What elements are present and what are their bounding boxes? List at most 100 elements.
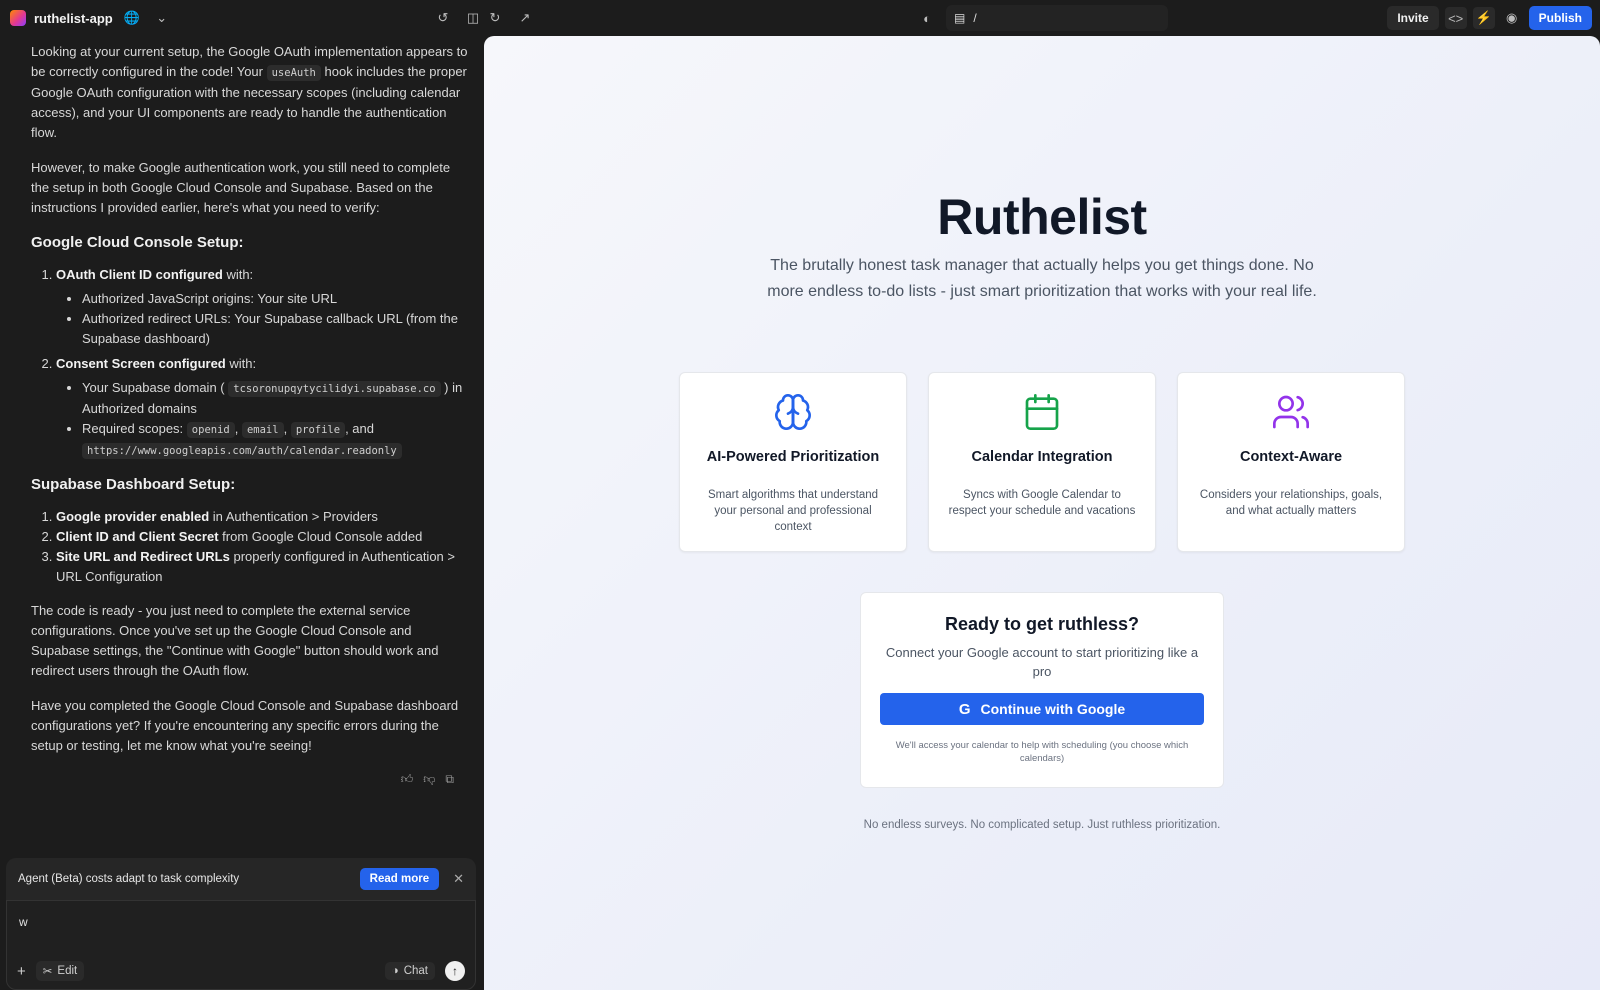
footer-text: No endless surveys. No complicated setup…	[863, 819, 1221, 831]
list-item: Authorized JavaScript origins: Your site…	[82, 289, 470, 309]
inline-code: useAuth	[266, 65, 321, 81]
list-item: Authorized redirect URLs: Your Supabase …	[82, 309, 470, 349]
close-icon[interactable]: ✕	[453, 871, 464, 887]
section-heading: Supabase Dashboard Setup:	[31, 476, 236, 493]
message-actions: 👍︎ 👎︎ ⧉	[31, 769, 470, 789]
edit-button[interactable]: ✂ Edit	[35, 961, 85, 981]
inline-code: email	[241, 422, 284, 438]
github-icon[interactable]: ◉	[1501, 7, 1523, 29]
copy-icon[interactable]: ⧉	[445, 769, 454, 789]
app-preview: Ruthelist The brutally honest task manag…	[484, 36, 1600, 990]
message-paragraph: However, to make Google authentication w…	[31, 160, 451, 215]
feature-desc: Considers your relationships, goals, and…	[1199, 489, 1383, 517]
continue-with-google-button[interactable]: G Continue with Google	[880, 693, 1204, 725]
text: Required scopes:	[82, 421, 184, 436]
inline-code: openid	[186, 422, 235, 438]
edit-label: Edit	[57, 965, 78, 977]
bullet-list: Your Supabase domain ( tcsoronupqytycili…	[82, 378, 470, 461]
inline-code: profile	[290, 422, 346, 438]
list-item: Your Supabase domain ( tcsoronupqytycili…	[82, 378, 470, 419]
chevron-down-icon[interactable]: ⌄	[151, 7, 173, 29]
list-item: Required scopes: openid, email, profile,…	[82, 419, 470, 461]
project-name[interactable]: ruthelist-app	[34, 11, 113, 26]
publish-button[interactable]: Publish	[1528, 6, 1592, 30]
ordered-list: OAuth Client ID configured with: Authori…	[56, 265, 470, 461]
chat-input-text[interactable]: w	[19, 915, 28, 929]
ordered-list: Google provider enabled in Authenticatio…	[56, 507, 470, 587]
google-icon: G	[958, 700, 971, 718]
text: with:	[225, 356, 257, 371]
list-item: Consent Screen configured with: Your Sup…	[56, 354, 470, 461]
message-paragraph: Have you completed the Google Cloud Cons…	[31, 698, 459, 753]
plus-icon[interactable]: +	[17, 963, 26, 980]
feature-cards: AI-Powered Prioritization Smart algorith…	[679, 372, 1405, 552]
chat-mode-button[interactable]: ◑ Chat	[384, 962, 435, 980]
feature-desc: Syncs with Google Calendar to respect yo…	[948, 489, 1136, 517]
input-toolbar: + ✂ Edit ◑ Chat ↑	[17, 961, 465, 981]
url-bar[interactable]: ▤ /	[946, 5, 1168, 31]
page-icon: ▤	[954, 11, 966, 25]
sidebar-toggle-icon[interactable]: ◫	[462, 7, 484, 29]
users-icon	[1273, 395, 1309, 429]
feature-desc: Smart algorithms that understand your pe…	[707, 489, 879, 533]
bold-text: Google provider enabled	[56, 509, 210, 524]
bold-text: Consent Screen configured	[56, 356, 226, 371]
bullet-list: Authorized JavaScript origins: Your site…	[82, 289, 470, 349]
device-icon[interactable]: ◐	[916, 7, 938, 29]
send-icon[interactable]: ↑	[445, 961, 465, 981]
feature-title: Calendar Integration	[971, 449, 1113, 465]
bold-text: OAuth Client ID configured	[56, 267, 223, 282]
section-heading: Google Cloud Console Setup:	[31, 234, 244, 251]
chat-label: Chat	[403, 965, 428, 977]
feature-card: AI-Powered Prioritization Smart algorith…	[679, 372, 907, 552]
calendar-access-note: We'll access your calendar to help with …	[895, 740, 1189, 764]
assistant-message: Looking at your current setup, the Googl…	[0, 36, 484, 789]
history-icon[interactable]: ↺	[432, 7, 454, 29]
invite-button[interactable]: Invite	[1387, 6, 1439, 30]
notice-text: Agent (Beta) costs adapt to task complex…	[18, 873, 240, 885]
preview-toolbar: ↻ ↗	[484, 7, 536, 29]
message-paragraph: Looking at your current setup, the Googl…	[31, 42, 470, 143]
text: in Authentication > Providers	[209, 509, 378, 524]
inline-code: https://www.googleapis.com/auth/calendar…	[82, 443, 402, 459]
open-external-icon[interactable]: ↗	[514, 7, 536, 29]
url-controls: ◐ ▤ /	[916, 5, 1168, 31]
chat-panel: Looking at your current setup, the Googl…	[0, 36, 484, 990]
page-subtitle: The brutally honest task manager that ac…	[767, 257, 1317, 300]
refresh-icon[interactable]: ↻	[484, 7, 506, 29]
code-icon[interactable]: <>	[1444, 7, 1467, 29]
list-item: OAuth Client ID configured with: Authori…	[56, 265, 470, 349]
agent-cost-notice: Agent (Beta) costs adapt to task complex…	[6, 858, 476, 900]
bold-text: Site URL and Redirect URLs	[56, 549, 230, 564]
globe-icon[interactable]: 🌐	[121, 7, 143, 29]
page-title: Ruthelist	[937, 189, 1147, 245]
cta-title: Ready to get ruthless?	[944, 614, 1140, 634]
bulb-icon: ◑	[391, 965, 399, 977]
read-more-button[interactable]: Read more	[359, 868, 440, 890]
supabase-icon[interactable]: ⚡	[1472, 7, 1495, 29]
text: , and	[345, 421, 374, 436]
list-item: Google provider enabled in Authenticatio…	[56, 507, 470, 527]
feature-card: Context-Aware Considers your relationshi…	[1177, 372, 1405, 552]
inline-code: tcsoronupqytycilidyi.supabase.co	[228, 381, 441, 397]
google-button-label: Continue with Google	[980, 701, 1126, 717]
select-icon: ✂	[42, 966, 53, 978]
signin-card: Ready to get ruthless? Connect your Goog…	[860, 592, 1224, 788]
text: with:	[222, 267, 254, 282]
text: from Google Cloud Console added	[218, 529, 423, 544]
brain-icon	[775, 394, 811, 430]
list-item: Site URL and Redirect URLs properly conf…	[56, 547, 470, 587]
text: Your Supabase domain (	[82, 380, 225, 395]
feature-title: Context-Aware	[1239, 449, 1343, 465]
cta-subtitle: Connect your Google account to start pri…	[885, 645, 1199, 679]
app-logo	[10, 10, 26, 26]
thumbs-up-icon[interactable]: 👍︎	[401, 769, 414, 789]
feature-card: Calendar Integration Syncs with Google C…	[928, 372, 1156, 552]
list-item: Client ID and Client Secret from Google …	[56, 527, 470, 547]
topbar-actions: Invite <> ⚡ ◉ Publish	[1387, 6, 1600, 30]
chat-input[interactable]: w + ✂ Edit ◑ Chat ↑	[6, 900, 476, 990]
feature-title: AI-Powered Prioritization	[706, 449, 880, 465]
top-bar: ruthelist-app 🌐 ⌄ ↺ ◫ ↻ ↗ ◐ ▤ / Invite <…	[0, 0, 1600, 36]
thumbs-down-icon[interactable]: 👎︎	[423, 769, 435, 789]
project-header: ruthelist-app 🌐 ⌄ ↺ ◫	[0, 7, 484, 29]
